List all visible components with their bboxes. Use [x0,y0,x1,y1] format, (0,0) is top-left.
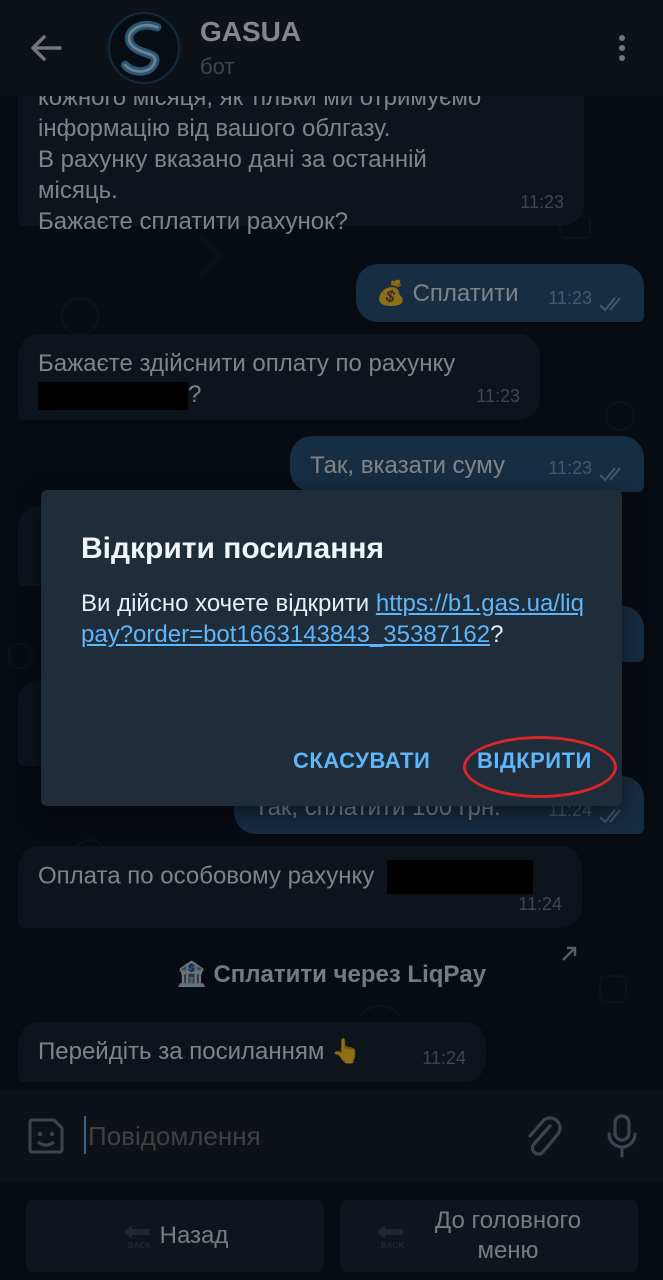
open-link-dialog: Відкрити посилання Ви дійсно хочете відк… [41,490,622,806]
dialog-message: Ви дійсно хочете відкрити https://b1.gas… [81,588,591,650]
dialog-title: Відкрити посилання [81,532,384,565]
open-button[interactable]: ВІДКРИТИ [477,748,592,774]
dialog-question: Ви дійсно хочете відкрити [81,590,376,617]
dialog-question-end: ? [490,621,504,648]
cancel-button[interactable]: СКАСУВАТИ [293,748,430,774]
